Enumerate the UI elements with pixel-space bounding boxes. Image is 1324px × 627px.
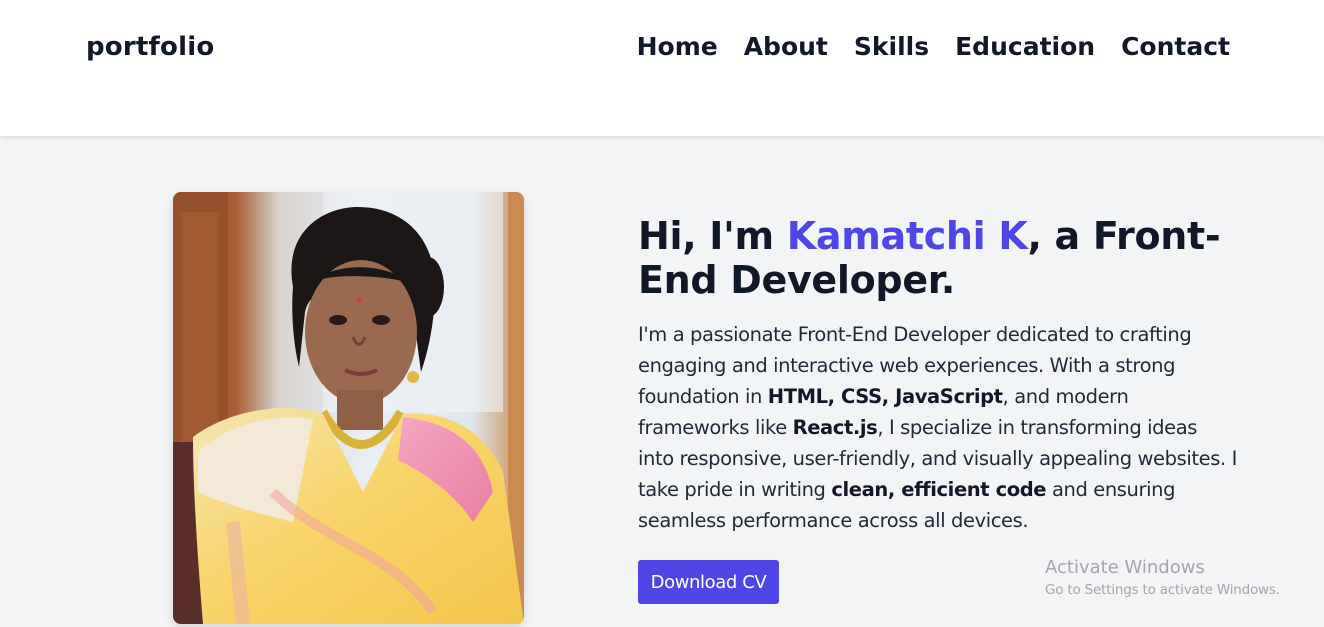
nav-link-skills[interactable]: Skills bbox=[854, 32, 929, 61]
hero-name: Kamatchi K bbox=[786, 214, 1028, 258]
nav-link-education[interactable]: Education bbox=[955, 32, 1095, 61]
watermark-title: Activate Windows bbox=[1045, 557, 1205, 578]
activate-windows-watermark: Activate Windows Go to Settings to activ… bbox=[1045, 557, 1280, 601]
hero-description: I'm a passionate Front-End Developer ded… bbox=[638, 319, 1238, 536]
hero-title: Hi, I'm Kamatchi K, a Front-End Develope… bbox=[638, 214, 1258, 302]
hero-desc-bold-2: React.js bbox=[792, 416, 878, 439]
watermark-subtitle: Go to Settings to activate Windows. bbox=[1045, 582, 1280, 598]
profile-photo bbox=[173, 192, 524, 624]
navbar: portfolio Home About Skills Education Co… bbox=[0, 0, 1324, 136]
hero-title-prefix: Hi, I'm bbox=[638, 214, 787, 258]
nav-link-home[interactable]: Home bbox=[637, 32, 718, 61]
brand-logo[interactable]: portfolio bbox=[86, 32, 214, 62]
hero-desc-bold-3: clean, efficient code bbox=[831, 478, 1047, 501]
nav-link-contact[interactable]: Contact bbox=[1121, 32, 1230, 61]
nav-links: Home About Skills Education Contact bbox=[637, 32, 1230, 61]
hero-desc-bold-1: HTML, CSS, JavaScript bbox=[767, 385, 1003, 408]
nav-link-about[interactable]: About bbox=[744, 32, 828, 61]
download-cv-button[interactable]: Download CV bbox=[638, 560, 779, 604]
profile-photo-illustration bbox=[173, 192, 524, 624]
